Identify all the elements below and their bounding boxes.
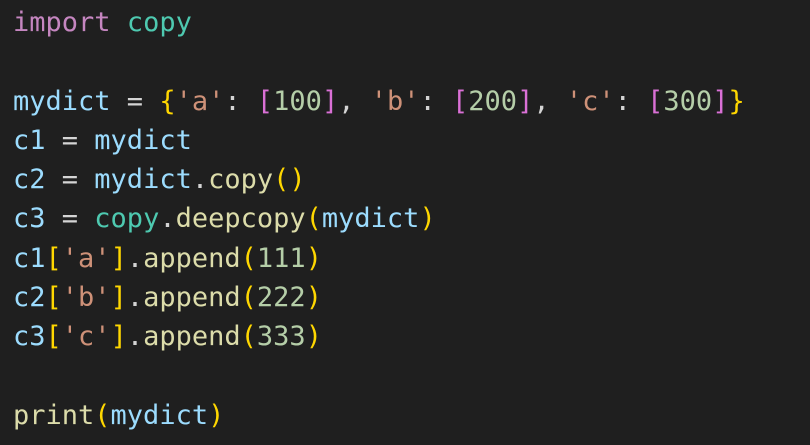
code-token-function: append — [143, 321, 241, 353]
code-token-variable: mydict — [94, 164, 192, 196]
code-token-module: copy — [126, 7, 192, 38]
code-token-operator: , — [533, 85, 566, 117]
code-token-function: append — [143, 242, 241, 274]
code-token-bracket-gold: ] — [110, 282, 127, 314]
code-token-number: 222 — [256, 282, 306, 314]
code-token-operator: : — [419, 85, 453, 117]
code-token-number: 333 — [256, 321, 306, 353]
code-token-function: copy — [208, 164, 274, 196]
code-token-function: append — [143, 282, 241, 314]
code-token-bracket-gold: ] — [110, 321, 127, 353]
code-line[interactable]: c3['c'].append(333) — [13, 317, 810, 356]
code-line[interactable]: c2['b'].append(222) — [13, 278, 810, 317]
code-token-variable: c1 — [13, 124, 46, 156]
code-token-bracket-gold: ) — [208, 399, 225, 431]
code-token-bracket-purple: [ — [452, 85, 469, 117]
code-token-bracket-gold: } — [728, 85, 745, 117]
code-token-string: 'a' — [61, 242, 111, 274]
code-token-operator — [111, 7, 127, 38]
code-token-operator: : — [224, 85, 257, 117]
code-token-operator: . — [191, 164, 209, 196]
code-token-variable: mydict — [110, 399, 209, 431]
code-token-string: 'b' — [370, 85, 420, 117]
code-token-bracket-purple: ] — [712, 85, 729, 117]
code-token-variable: c3 — [13, 321, 46, 353]
code-token-string: 'a' — [175, 85, 225, 117]
code-line[interactable]: import copy — [13, 3, 810, 42]
code-token-variable: mydict — [321, 203, 420, 235]
code-token-number: 300 — [663, 85, 713, 117]
code-token-bracket-purple: [ — [256, 85, 274, 117]
code-token-bracket-gold: ( — [240, 282, 257, 314]
code-token-operator: = — [45, 124, 95, 156]
code-line[interactable] — [13, 42, 810, 81]
code-token-number: 111 — [256, 242, 306, 274]
code-token-bracket-gold: ] — [110, 242, 127, 274]
code-line[interactable] — [13, 357, 810, 396]
code-token-bracket-gold: ( — [240, 242, 257, 274]
code-token-bracket-gold: () — [273, 164, 306, 196]
code-token-keyword: import — [13, 7, 111, 38]
code-token-operator: , — [338, 85, 371, 117]
code-token-operator: : — [614, 85, 648, 117]
code-token-bracket-purple: ] — [321, 85, 339, 117]
code-token-variable: c3 — [13, 203, 46, 235]
code-token-operator: . — [126, 321, 144, 353]
code-line[interactable]: print(mydict) — [13, 396, 810, 435]
code-token-bracket-gold: ( — [94, 399, 111, 431]
code-token-bracket-gold: [ — [45, 321, 62, 353]
code-token-bracket-purple: ] — [517, 85, 534, 117]
code-token-string: 'c' — [61, 321, 111, 353]
code-token-string: 'c' — [565, 85, 615, 117]
code-line[interactable]: c2 = mydict.copy() — [13, 160, 810, 199]
code-token-variable: c2 — [13, 282, 46, 314]
code-token-number: 200 — [468, 85, 518, 117]
code-line[interactable]: mydict = {'a': [100], 'b': [200], 'c': [… — [13, 82, 810, 121]
code-token-variable: mydict — [94, 124, 192, 156]
code-token-operator: . — [159, 203, 176, 235]
code-token-number: 100 — [273, 85, 322, 117]
code-token-bracket-gold: ) — [305, 282, 322, 314]
code-token-operator: . — [126, 282, 144, 314]
code-token-variable: mydict — [13, 85, 111, 117]
code-token-function: deepcopy — [175, 203, 306, 235]
code-token-bracket-gold: ( — [240, 321, 257, 353]
code-token-bracket-gold: ) — [305, 321, 322, 353]
code-token-operator: = — [45, 203, 95, 235]
code-token-bracket-purple: [ — [647, 85, 664, 117]
code-token-bracket-gold: ( — [305, 203, 322, 235]
code-token-variable: c1 — [13, 242, 46, 274]
code-editor[interactable]: import copy mydict = {'a': [100], 'b': [… — [0, 0, 810, 445]
code-token-bracket-gold: [ — [45, 282, 62, 314]
code-token-bracket-gold: ) — [305, 242, 322, 274]
code-line[interactable]: c3 = copy.deepcopy(mydict) — [13, 199, 810, 238]
code-token-operator: . — [126, 242, 144, 274]
code-token-operator: = — [45, 164, 95, 196]
code-token-string: 'b' — [61, 282, 111, 314]
code-token-module: copy — [94, 203, 160, 235]
code-line[interactable]: c1 = mydict — [13, 121, 810, 160]
code-token-variable: c2 — [13, 164, 46, 196]
code-token-bracket-gold: ) — [419, 203, 436, 235]
code-token-bracket-gold: { — [159, 85, 176, 117]
code-token-operator: = — [110, 85, 160, 117]
code-token-function: print — [13, 399, 95, 431]
code-token-bracket-gold: [ — [45, 242, 62, 274]
code-line[interactable]: c1['a'].append(111) — [13, 239, 810, 278]
